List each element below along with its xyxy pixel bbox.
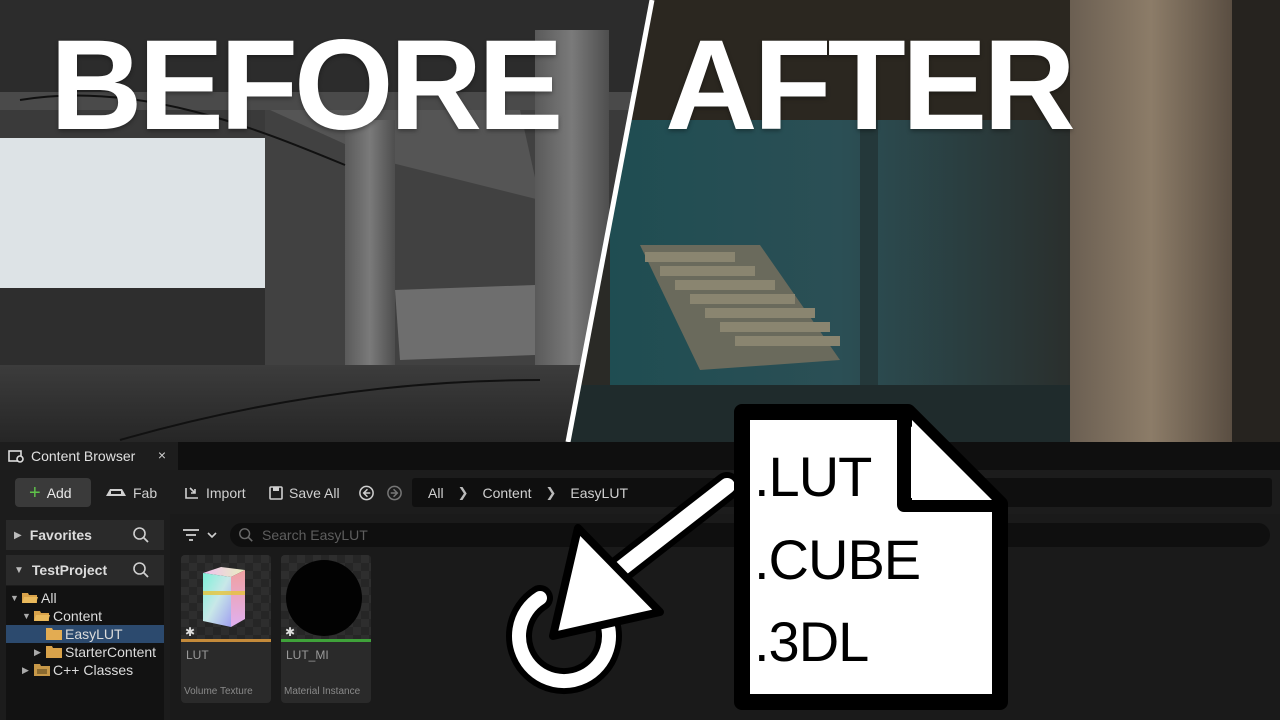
caret-right-icon: ▶ bbox=[14, 529, 22, 541]
before-label: BEFORE bbox=[50, 14, 563, 157]
folder-icon bbox=[46, 646, 62, 658]
tree-item-label: C++ Classes bbox=[53, 662, 134, 678]
content-browser-panel: Content Browser × + Add Fab Import Save … bbox=[0, 442, 1280, 720]
breadcrumb-item-all[interactable]: All bbox=[428, 485, 444, 501]
folder-icon bbox=[46, 628, 62, 640]
tab-content-browser[interactable]: Content Browser × bbox=[0, 442, 178, 470]
tree-item-label: StarterContent bbox=[65, 644, 157, 660]
folder-tree: ▼ All ▼ Content EasyLUT ▶ StarterContent… bbox=[6, 586, 164, 720]
asset-tile-lut[interactable]: ✱ LUT Volume Texture bbox=[181, 555, 271, 703]
favorites-section-header[interactable]: ▶ Favorites bbox=[6, 520, 164, 550]
star-icon: ✱ bbox=[285, 625, 296, 639]
caret-down-icon: ▼ bbox=[22, 611, 31, 621]
tree-item-label: EasyLUT bbox=[65, 626, 123, 642]
caret-right-icon: ▶ bbox=[22, 664, 29, 675]
after-label: AFTER bbox=[665, 14, 1076, 157]
file-extension-lut: .LUT bbox=[754, 445, 872, 508]
tree-item-all[interactable]: ▼ All bbox=[10, 589, 57, 607]
asset-tile-lut-mi[interactable]: ✱ LUT_MI Material Instance bbox=[281, 555, 371, 703]
asset-name: LUT bbox=[186, 648, 209, 662]
project-section-header[interactable]: ▼ TestProject bbox=[6, 555, 164, 585]
toolbar: + Add Fab Import Save All All ❯ Content … bbox=[0, 470, 1280, 514]
breadcrumb-item-content[interactable]: Content bbox=[482, 485, 531, 501]
folder-open-icon bbox=[34, 611, 50, 621]
breadcrumb-item-easylut[interactable]: EasyLUT bbox=[570, 485, 628, 501]
cpp-folder-icon bbox=[34, 664, 50, 676]
fab-button-label: Fab bbox=[133, 484, 158, 501]
chevron-right-icon[interactable]: ❯ bbox=[546, 485, 557, 501]
tree-item-easylut[interactable]: EasyLUT bbox=[6, 625, 164, 643]
filter-button[interactable] bbox=[182, 524, 222, 546]
chevron-down-icon bbox=[207, 532, 217, 539]
import-button[interactable]: Import bbox=[183, 478, 246, 507]
filter-icon bbox=[183, 529, 199, 541]
star-icon: ✱ bbox=[185, 625, 196, 639]
chevron-right-icon[interactable]: ❯ bbox=[458, 485, 469, 501]
sidebar: ▶ Favorites ▼ TestProject ▼ All ▼ Conten… bbox=[0, 514, 170, 720]
search-input[interactable]: Search EasyLUT bbox=[230, 523, 1270, 547]
close-icon[interactable]: × bbox=[158, 447, 166, 463]
tab-bar: Content Browser × bbox=[0, 442, 1280, 470]
project-label: TestProject bbox=[31, 562, 108, 578]
asset-type: Material Instance bbox=[284, 686, 361, 697]
tree-item-cpp-classes[interactable]: ▶ C++ Classes bbox=[22, 661, 133, 679]
file-extension-3dl: .3DL bbox=[754, 610, 869, 673]
save-all-button-label: Save All bbox=[289, 484, 340, 501]
asset-name: LUT_MI bbox=[286, 648, 329, 662]
tree-item-content[interactable]: ▼ Content bbox=[22, 607, 102, 625]
back-arrow-icon[interactable] bbox=[358, 478, 380, 507]
tree-item-startercontent[interactable]: ▶ StarterContent bbox=[34, 643, 156, 661]
search-icon[interactable] bbox=[132, 561, 150, 579]
asset-type-bar bbox=[281, 639, 371, 642]
fab-button[interactable]: Fab bbox=[104, 478, 157, 507]
fab-icon bbox=[106, 488, 126, 496]
add-button[interactable]: + Add bbox=[15, 478, 91, 507]
search-placeholder: Search EasyLUT bbox=[262, 527, 368, 543]
file-extension-cube: .CUBE bbox=[754, 528, 921, 591]
forward-arrow-icon[interactable] bbox=[386, 478, 408, 507]
tree-item-label: All bbox=[41, 590, 57, 606]
search-icon[interactable] bbox=[132, 526, 150, 544]
content-browser-icon bbox=[8, 450, 24, 463]
tab-title: Content Browser bbox=[31, 448, 136, 464]
plus-icon: + bbox=[29, 481, 41, 504]
add-button-label: Add bbox=[46, 484, 72, 501]
folder-open-icon bbox=[22, 593, 38, 603]
caret-down-icon: ▼ bbox=[10, 593, 19, 603]
asset-view: Search EasyLUT ✱ LUT Volume Texture ✱ LU… bbox=[172, 514, 1280, 720]
save-icon bbox=[269, 485, 283, 500]
tree-item-label: Content bbox=[53, 608, 103, 624]
favorites-label: Favorites bbox=[29, 527, 92, 543]
save-all-button[interactable]: Save All bbox=[268, 478, 340, 507]
viewport-scene: BEFORE AFTER bbox=[0, 0, 1280, 442]
asset-type-bar bbox=[181, 639, 271, 642]
import-button-label: Import bbox=[206, 484, 246, 501]
search-icon bbox=[239, 528, 253, 542]
caret-down-icon: ▼ bbox=[14, 564, 24, 576]
asset-type: Volume Texture bbox=[184, 686, 253, 697]
caret-right-icon: ▶ bbox=[34, 646, 41, 657]
import-icon bbox=[185, 486, 198, 499]
